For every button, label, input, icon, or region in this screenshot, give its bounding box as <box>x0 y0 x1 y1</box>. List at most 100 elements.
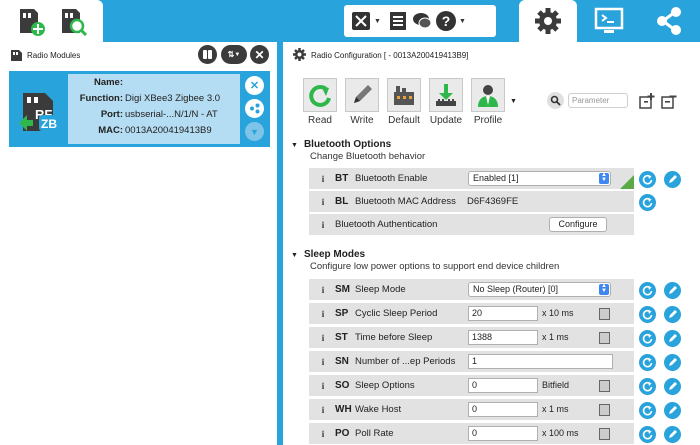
param-row-wh: i WH Wake Host 0 x 1 ms <box>309 399 634 421</box>
select-arrows-icon: ▲ ▼ <box>599 172 609 184</box>
configure-button[interactable]: Configure <box>549 217 607 232</box>
wake-host-input[interactable]: 0 <box>468 402 538 417</box>
refresh-button[interactable] <box>639 282 656 299</box>
calculator-icon[interactable] <box>599 380 610 392</box>
refresh-button[interactable] <box>639 194 656 211</box>
refresh-button[interactable] <box>639 378 656 395</box>
write-param-button[interactable] <box>664 354 681 371</box>
refresh-icon <box>642 357 653 368</box>
sleep-options-input[interactable]: 0 <box>468 378 538 393</box>
search-icon[interactable] <box>547 92 564 109</box>
collapse-all-icon[interactable] <box>661 92 678 109</box>
write-param-button[interactable] <box>664 282 681 299</box>
write-param-button[interactable] <box>664 426 681 443</box>
info-icon[interactable]: i <box>316 379 330 393</box>
write-param-button[interactable] <box>664 330 681 347</box>
calculator-icon[interactable] <box>599 428 610 440</box>
discover-module-icon[interactable] <box>56 5 88 37</box>
help-icon[interactable]: ? <box>435 10 457 32</box>
network-view-button[interactable] <box>245 99 264 118</box>
info-icon[interactable]: i <box>316 403 330 417</box>
sort-icon: ⇅ <box>227 50 235 59</box>
network-icon <box>657 7 681 35</box>
info-icon[interactable]: i <box>316 427 330 441</box>
profile-icon <box>471 78 505 112</box>
radio-modules-panel: Radio Modules ⇅ ▼ ✕ RF ZB Name: Function: D… <box>0 42 280 445</box>
top-toolbar: ▼ ? ▼ <box>0 0 700 42</box>
chevron-down-icon[interactable]: ▼ <box>374 18 381 25</box>
profile-button[interactable]: Profile <box>469 78 507 128</box>
tab-network[interactable] <box>640 0 698 42</box>
info-icon[interactable]: i <box>316 307 330 321</box>
tab-configuration[interactable] <box>519 0 577 42</box>
time-before-sleep-input[interactable]: 1388 <box>468 330 538 345</box>
bluetooth-enable-select[interactable]: Enabled [1] ▲ ▼ <box>468 171 611 186</box>
info-icon[interactable]: i <box>316 355 330 369</box>
tools-icon[interactable] <box>350 10 372 32</box>
param-row-po: i PO Poll Rate 0 x 100 ms <box>309 423 634 445</box>
update-button[interactable]: Update <box>427 78 465 128</box>
tab-consoles[interactable] <box>582 0 636 42</box>
remove-all-button[interactable]: ✕ <box>250 45 269 64</box>
module-field-row: Port: usbserial-...N/1/N - AT <box>100 109 218 120</box>
refresh-button[interactable] <box>639 402 656 419</box>
chevron-down-icon: ▼ <box>291 252 298 259</box>
modified-indicator <box>620 175 634 189</box>
param-row-sp: i SP Cyclic Sleep Period 20 x 10 ms <box>309 303 634 325</box>
info-icon[interactable]: i <box>316 331 330 345</box>
write-param-button[interactable] <box>664 171 681 188</box>
number-of-sleep-periods-input[interactable]: 1 <box>468 354 613 369</box>
calculator-icon[interactable] <box>599 404 610 416</box>
cyclic-sleep-period-input[interactable]: 20 <box>468 306 538 321</box>
read-button[interactable]: Read <box>301 78 339 128</box>
info-icon[interactable]: i <box>316 172 330 186</box>
pencil-icon <box>669 310 677 318</box>
calculator-icon[interactable] <box>599 308 610 320</box>
param-row-bluetooth-auth: i Bluetooth Authentication Configure <box>309 214 634 236</box>
poll-rate-input[interactable]: 0 <box>468 426 538 441</box>
panel-title: Radio Configuration [ - 0013A200419413B9… <box>311 51 469 60</box>
param-row-bt: i BT Bluetooth Enable Enabled [1] ▲ ▼ <box>309 168 634 190</box>
param-row-sn: i SN Number of ...ep Periods 1 <box>309 351 634 373</box>
info-icon[interactable]: i <box>316 283 330 297</box>
sort-button[interactable]: ⇅ ▼ <box>221 45 247 64</box>
chevron-down-icon[interactable]: ▼ <box>510 98 517 105</box>
info-icon[interactable]: i <box>316 195 330 209</box>
refresh-icon <box>642 309 653 320</box>
radio-module-card[interactable]: RF ZB Name: Function: Digi XBee3 Zigbee 3.… <box>9 71 270 147</box>
default-button[interactable]: Default <box>385 78 423 128</box>
expand-all-icon[interactable] <box>639 92 656 109</box>
section-header-sleep[interactable]: ▼ Sleep Modes <box>291 249 365 260</box>
write-param-button[interactable] <box>664 378 681 395</box>
info-icon[interactable]: i <box>316 218 330 232</box>
chat-icon[interactable] <box>411 10 433 32</box>
pencil-icon <box>669 430 677 438</box>
write-param-button[interactable] <box>664 402 681 419</box>
write-icon <box>345 78 379 112</box>
calculator-icon[interactable] <box>599 332 610 344</box>
refresh-button[interactable] <box>639 426 656 443</box>
refresh-button[interactable] <box>639 306 656 323</box>
list-icon[interactable] <box>387 10 409 32</box>
sleep-mode-select[interactable]: No Sleep (Router) [0] ▲ ▼ <box>468 282 611 297</box>
module-field-row: MAC: 0013A200419413B9 <box>98 125 212 136</box>
radio-module-icon <box>11 50 22 61</box>
expand-module-button[interactable]: ▼ <box>245 122 264 141</box>
panel-title: Radio Modules <box>27 51 81 60</box>
refresh-button[interactable] <box>639 330 656 347</box>
configuration-gear-icon <box>293 48 306 61</box>
write-button[interactable]: Write <box>343 78 381 128</box>
utility-toolbar: ▼ ? ▼ <box>344 5 496 37</box>
refresh-button[interactable] <box>639 354 656 371</box>
pencil-icon <box>669 286 677 294</box>
add-module-icon[interactable] <box>14 5 46 37</box>
write-param-button[interactable] <box>664 306 681 323</box>
module-info: Name: Function: Digi XBee3 Zigbee 3.0 Por… <box>68 74 240 144</box>
refresh-icon <box>642 197 653 208</box>
refresh-button[interactable] <box>639 171 656 188</box>
chevron-down-icon[interactable]: ▼ <box>459 18 466 25</box>
remove-module-button[interactable]: ✕ <box>245 76 264 95</box>
filter-button[interactable] <box>198 45 217 64</box>
parameter-search-input[interactable]: Parameter <box>568 93 628 108</box>
section-header-bluetooth[interactable]: ▼ Bluetooth Options <box>291 139 391 150</box>
